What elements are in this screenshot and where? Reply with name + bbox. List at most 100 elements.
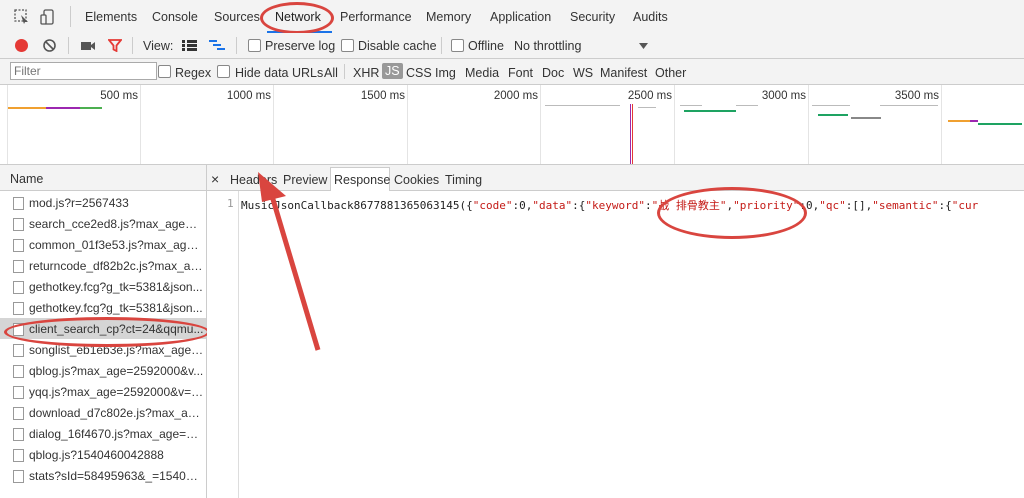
type-font[interactable]: Font	[508, 66, 533, 80]
annotation-circle-selected-request	[4, 317, 210, 347]
device-toolbar-icon[interactable]	[40, 9, 56, 25]
type-img[interactable]: Img	[435, 66, 456, 80]
list-item[interactable]: search_cce2ed8.js?max_age=31...	[0, 213, 206, 234]
timing-bar	[545, 105, 620, 106]
list-item[interactable]: qblog.js?1540460042888	[0, 444, 206, 465]
line-number: 1	[227, 197, 234, 210]
request-name: dialog_16f4670.js?max_age=31...	[29, 427, 204, 441]
file-icon	[13, 386, 24, 399]
name-column-header[interactable]: Name	[0, 165, 206, 191]
list-item[interactable]: qblog.js?max_age=2592000&v...	[0, 360, 206, 381]
code-token: :	[645, 199, 652, 212]
annotation-circle-keyword	[657, 187, 807, 239]
list-item[interactable]: returncode_df82b2c.js?max_ag...	[0, 255, 206, 276]
request-name: download_d7c802e.js?max_age...	[29, 406, 204, 420]
type-other[interactable]: Other	[655, 66, 686, 80]
list-item[interactable]: stats?sId=58495963&_=1540460...	[0, 465, 206, 486]
throttling-select[interactable]: No throttling	[512, 35, 654, 56]
divider	[441, 37, 442, 54]
timing-bar	[851, 117, 881, 119]
video-camera-icon[interactable]	[80, 39, 96, 52]
tick-label: 1000 ms	[226, 90, 271, 102]
timing-bar	[812, 105, 850, 106]
list-item[interactable]: mod.js?r=2567433	[0, 192, 206, 213]
tab-elements[interactable]: Elements	[85, 10, 137, 24]
record-icon[interactable]	[14, 38, 29, 53]
tab-timing[interactable]: Timing	[445, 173, 482, 187]
type-manifest[interactable]: Manifest	[600, 66, 647, 80]
file-icon	[13, 470, 24, 483]
request-name: returncode_df82b2c.js?max_ag...	[29, 259, 204, 273]
dom-marker	[632, 104, 633, 164]
filter-input[interactable]	[10, 62, 157, 80]
file-icon	[13, 197, 24, 210]
tab-audits[interactable]: Audits	[633, 10, 668, 24]
gridline	[674, 85, 675, 164]
gridline	[407, 85, 408, 164]
tab-console[interactable]: Console	[152, 10, 198, 24]
type-doc[interactable]: Doc	[542, 66, 564, 80]
name-header-label: Name	[10, 172, 44, 186]
list-item[interactable]: dialog_16f4670.js?max_age=31...	[0, 423, 206, 444]
type-js[interactable]: JS	[382, 63, 403, 79]
code-token: :[],	[845, 199, 873, 212]
timing-bar	[880, 105, 938, 106]
timeline-overview[interactable]: 500 ms 1000 ms 1500 ms 2000 ms 2500 ms 3…	[0, 85, 1024, 165]
type-all[interactable]: All	[324, 66, 338, 80]
list-item[interactable]: gethotkey.fcg?g_tk=5381&json...	[0, 276, 206, 297]
tab-performance[interactable]: Performance	[340, 10, 412, 24]
file-icon	[13, 281, 24, 294]
type-ws[interactable]: WS	[573, 66, 593, 80]
request-name: gethotkey.fcg?g_tk=5381&json...	[29, 301, 203, 315]
tab-cookies[interactable]: Cookies	[394, 173, 439, 187]
response-body[interactable]: MusicJsonCallback8677881365063145({"code…	[241, 197, 978, 213]
request-name: mod.js?r=2567433	[29, 196, 129, 210]
list-item[interactable]: download_d7c802e.js?max_age...	[0, 402, 206, 423]
tab-application[interactable]: Application	[490, 10, 551, 24]
tab-memory[interactable]: Memory	[426, 10, 471, 24]
code-token: "cur	[951, 199, 979, 212]
type-media[interactable]: Media	[465, 66, 499, 80]
request-name: qblog.js?1540460042888	[29, 448, 164, 462]
divider	[132, 37, 133, 54]
close-icon[interactable]: ×	[211, 171, 219, 187]
offline-checkbox[interactable]	[451, 39, 464, 52]
request-name: yqq.js?max_age=2592000&v=2...	[29, 385, 204, 399]
divider	[236, 37, 237, 54]
tab-security[interactable]: Security	[570, 10, 615, 24]
filter-icon[interactable]	[108, 39, 122, 52]
timing-bar	[818, 114, 848, 116]
hide-data-urls-checkbox[interactable]	[217, 65, 230, 78]
code-token: "semantic"	[872, 199, 939, 212]
divider	[68, 37, 69, 54]
file-icon	[13, 344, 24, 357]
list-item[interactable]: yqq.js?max_age=2592000&v=2...	[0, 381, 206, 402]
tab-sources[interactable]: Sources	[214, 10, 260, 24]
preserve-log-checkbox[interactable]	[248, 39, 261, 52]
list-item[interactable]: gethotkey.fcg?g_tk=5381&json...	[0, 297, 206, 318]
annotation-arrow	[258, 172, 321, 351]
file-icon	[13, 449, 24, 462]
request-name: qblog.js?max_age=2592000&v...	[29, 364, 204, 378]
code-token: :{	[938, 199, 952, 212]
timing-bar	[80, 107, 102, 109]
request-name: common_01f3e53.js?max_age=...	[29, 238, 204, 252]
waterfall-icon[interactable]	[209, 40, 225, 52]
timing-bar	[680, 105, 702, 106]
disable-cache-checkbox[interactable]	[341, 39, 354, 52]
request-name: stats?sId=58495963&_=1540460...	[29, 469, 204, 483]
tab-response[interactable]: Response	[334, 173, 390, 187]
type-xhr[interactable]: XHR	[353, 66, 379, 80]
file-icon	[13, 218, 24, 231]
regex-checkbox[interactable]	[158, 65, 171, 78]
inspect-element-icon[interactable]	[14, 9, 30, 25]
large-rows-icon[interactable]	[182, 40, 197, 51]
list-item[interactable]: common_01f3e53.js?max_age=...	[0, 234, 206, 255]
type-css[interactable]: CSS	[406, 66, 432, 80]
timing-bar	[978, 123, 1022, 125]
divider	[344, 64, 345, 79]
code-token: "keyword"	[585, 199, 646, 212]
timing-bar	[8, 107, 46, 109]
clear-icon[interactable]	[42, 38, 57, 53]
gridline	[273, 85, 274, 164]
